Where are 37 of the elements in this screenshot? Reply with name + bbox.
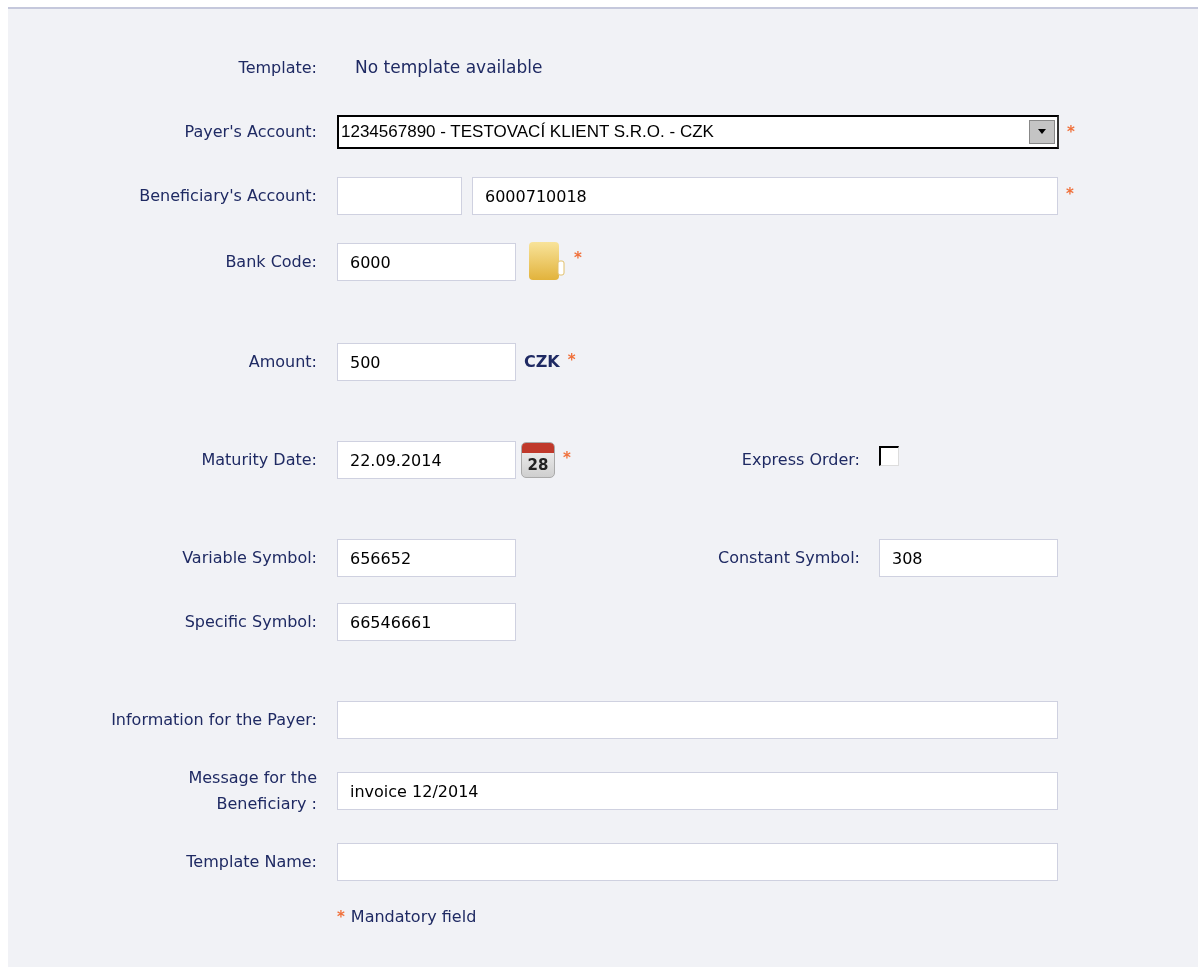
text-field[interactable]: 66546661 — [337, 603, 516, 641]
account-select[interactable]: 1234567890 - TESTOVACÍ KLIENT S.R.O. - CZK — [337, 115, 1059, 149]
field-label: Amount: — [248, 352, 317, 371]
text-field[interactable] — [337, 843, 1058, 881]
text-field[interactable]: 500 — [337, 343, 516, 381]
field-label: Maturity Date: — [201, 450, 317, 469]
field-label: Bank Code: — [225, 252, 317, 271]
template-value: No template available — [354, 56, 543, 80]
field-label: Constant Symbol: — [718, 548, 860, 567]
text-field[interactable] — [337, 701, 1058, 739]
required-mark: * — [1067, 122, 1075, 143]
text-field[interactable]: 308 — [879, 539, 1058, 577]
field-label: Message for the Beneficiary : — [188, 768, 317, 813]
text-field[interactable]: invoice 12/2014 — [337, 772, 1058, 810]
required-mark: * — [567, 350, 576, 371]
field-label: Template: — [238, 58, 317, 77]
text-field[interactable]: 656652 — [337, 539, 516, 577]
required-mark: * — [563, 448, 571, 469]
field-label: Beneficiary's Account: — [139, 186, 317, 205]
required-mark: * — [337, 906, 345, 928]
account-number-field[interactable]: 6000710018 — [472, 177, 1058, 215]
field-label: Express Order: — [741, 450, 860, 469]
field-label: Payer's Account: — [184, 122, 317, 141]
calendar-icon[interactable]: 28 — [521, 442, 555, 478]
field-label: Specific Symbol: — [184, 612, 317, 631]
field-label: Variable Symbol: — [182, 548, 317, 567]
field-label: Template Name: — [186, 852, 317, 871]
field-label: Information for the Payer: — [111, 710, 317, 729]
required-mark: * — [1066, 184, 1074, 205]
folder-icon[interactable] — [528, 241, 566, 283]
mandatory-note: Mandatory field — [350, 906, 477, 928]
checkbox[interactable] — [879, 446, 899, 466]
currency-label: CZK — [524, 351, 560, 373]
required-mark: * — [574, 248, 582, 269]
text-field[interactable]: 22.09.2014 — [337, 441, 516, 479]
text-field[interactable]: 6000 — [337, 243, 516, 281]
account-prefix-field[interactable] — [337, 177, 462, 215]
